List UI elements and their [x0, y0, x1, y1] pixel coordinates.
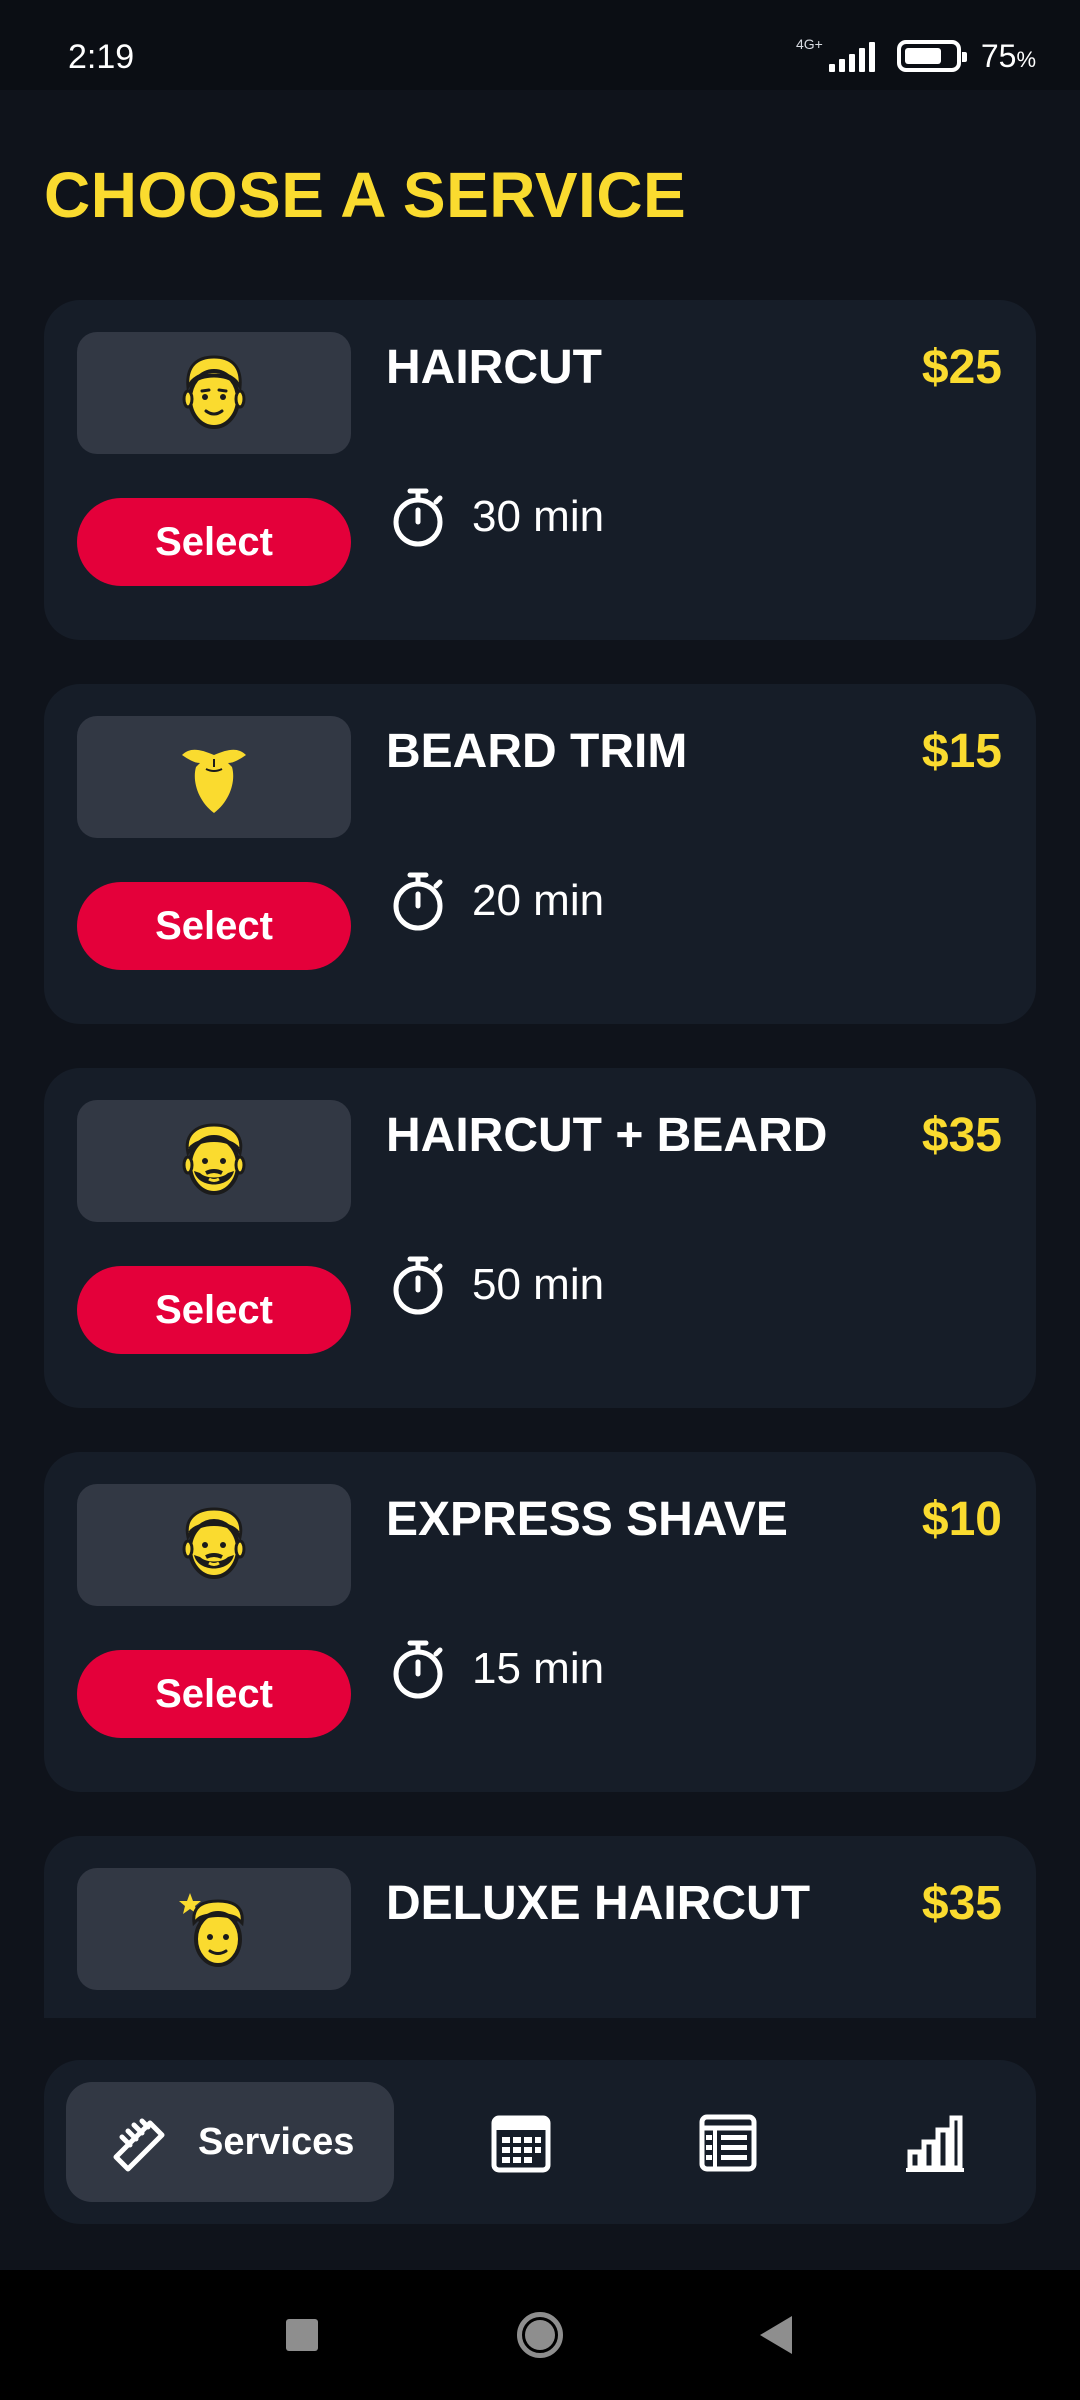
service-name: EXPRESS SHAVE	[386, 1493, 788, 1546]
timer-icon	[393, 1640, 443, 1699]
bearded-face-icon	[77, 1484, 351, 1606]
star-face-icon	[77, 1868, 351, 1990]
duration-label: 20 min	[472, 876, 605, 925]
service-duration: 15 min	[390, 1638, 604, 1700]
beard-icon	[77, 716, 351, 838]
service-price: $35	[921, 1109, 1002, 1162]
bearded-face-icon	[77, 1100, 351, 1222]
home-button[interactable]	[500, 2270, 580, 2400]
timer-icon	[393, 872, 443, 931]
back-triangle-icon	[760, 2316, 792, 2354]
service-price: $25	[921, 341, 1002, 394]
service-duration: 30 min	[390, 486, 604, 548]
select-button[interactable]: Select	[77, 498, 351, 586]
signal-icon	[828, 40, 875, 72]
list-icon	[699, 2114, 757, 2172]
bottom-navigation: Services	[44, 2060, 1036, 2224]
service-name: DELUXE HAIRCUT	[386, 1877, 811, 1930]
app-screen: 2:19 4G+ 75% CHOOSE A SERVICE Select HAI…	[0, 0, 1080, 2400]
service-duration: 50 min	[390, 1254, 604, 1316]
duration-label: 15 min	[472, 1644, 605, 1693]
duration-label: 50 min	[472, 1260, 605, 1309]
service-price: $15	[921, 725, 1002, 778]
calendar-icon	[491, 2115, 551, 2173]
man-face-icon	[77, 332, 351, 454]
status-time: 2:19	[68, 38, 135, 76]
recents-button[interactable]	[262, 2270, 342, 2400]
page-title: CHOOSE A SERVICE	[44, 159, 687, 231]
nav-tab-stats[interactable]	[904, 2112, 966, 2174]
battery-level	[904, 48, 941, 64]
network-type: 4G+	[795, 36, 823, 52]
timer-icon	[393, 1256, 443, 1315]
service-card[interactable]: Select DELUXE HAIRCUT $35	[44, 1836, 1036, 2018]
duration-label: 30 min	[472, 492, 605, 541]
service-list[interactable]: Select HAIRCUT $25 30 min Select BEARD T…	[44, 300, 1036, 2018]
nav-tab-services-label: Services	[198, 2120, 355, 2163]
nav-tab-services[interactable]: Services	[66, 2082, 394, 2202]
nav-tab-list[interactable]	[697, 2112, 759, 2174]
status-indicators: 4G+ 75%	[796, 36, 1036, 76]
service-name: HAIRCUT + BEARD	[386, 1109, 828, 1162]
service-price: $10	[921, 1493, 1002, 1546]
select-button[interactable]: Select	[77, 882, 351, 970]
service-name: HAIRCUT	[386, 341, 602, 394]
battery-icon	[896, 40, 967, 72]
chart-icon	[906, 2115, 964, 2172]
back-button[interactable]	[736, 2270, 816, 2400]
battery-percentage: 75%	[980, 37, 1036, 74]
service-card[interactable]: Select HAIRCUT + BEARD $35 50 min	[44, 1068, 1036, 1408]
square-icon	[286, 2319, 318, 2351]
service-card[interactable]: Select HAIRCUT $25 30 min	[44, 300, 1036, 640]
timer-icon	[393, 488, 443, 547]
select-button[interactable]: Select	[77, 1266, 351, 1354]
circle-icon	[517, 2312, 563, 2358]
comb-icon	[113, 2118, 165, 2172]
select-button[interactable]: Select	[77, 1650, 351, 1738]
service-card[interactable]: Select BEARD TRIM $15 20 min	[44, 684, 1036, 1024]
service-card[interactable]: Select EXPRESS SHAVE $10 15 min	[44, 1452, 1036, 1792]
service-price: $35	[921, 1877, 1002, 1930]
status-bar: 2:19 4G+ 75%	[0, 0, 1080, 90]
system-navigation-bar	[0, 2270, 1080, 2400]
service-duration: 20 min	[390, 870, 604, 932]
nav-tab-calendar[interactable]	[490, 2112, 552, 2174]
service-name: BEARD TRIM	[386, 725, 688, 778]
